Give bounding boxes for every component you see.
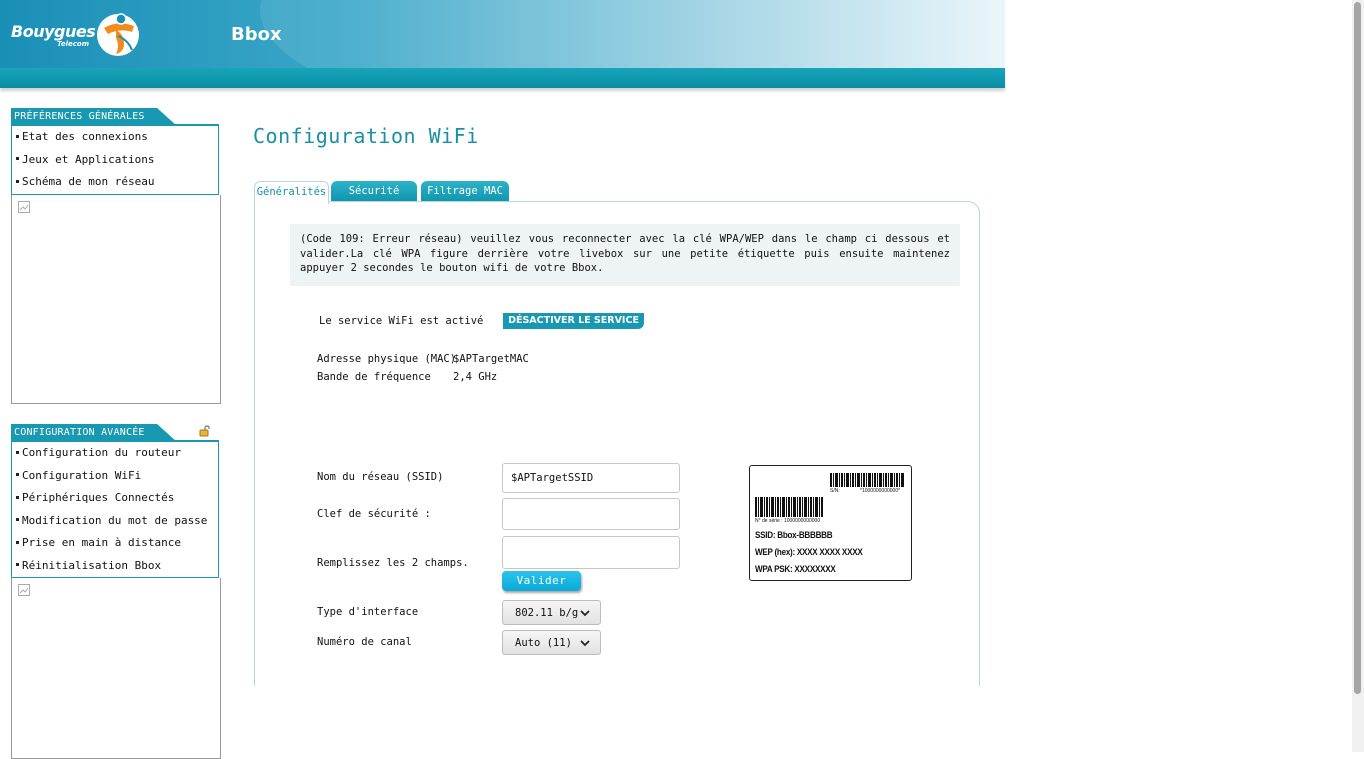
bullet-icon xyxy=(16,157,19,160)
panel-tab-line xyxy=(161,440,219,442)
band-label: Bande de fréquence xyxy=(317,371,431,383)
sidebar-item-prise-en-main[interactable]: Prise en main à distance xyxy=(12,532,218,555)
sidebar-advanced-menu: Configuration du routeur Configuration W… xyxy=(11,442,219,578)
sidebar-item-label: Etat des connexions xyxy=(22,130,148,143)
tab-securite[interactable]: Sécurité xyxy=(331,181,417,201)
vertical-scrollbar[interactable] xyxy=(1352,0,1364,752)
sidebar-general-menu: Etat des connexions Jeux et Applications… xyxy=(11,126,219,195)
interface-type-select[interactable]: 802.11 b/g xyxy=(502,600,601,625)
ssid-input[interactable] xyxy=(502,463,680,493)
interface-type-label: Type d'interface xyxy=(317,606,419,618)
broken-image-icon xyxy=(18,200,30,213)
sidebar-item-label: Modification du mot de passe xyxy=(22,513,208,527)
sidebar-advanced-title: CONFIGURATION AVANCÉE xyxy=(14,427,145,438)
sidebar-item-label: Configuration du routeur xyxy=(22,446,181,459)
broken-image-icon xyxy=(18,584,30,596)
mac-label: Adresse physique (MAC) xyxy=(317,353,457,365)
barcode-icon xyxy=(830,473,904,487)
sidebar-general-image-box xyxy=(11,194,221,404)
sidebar-item-label: Configuration WiFi xyxy=(22,468,142,482)
barcode-icon xyxy=(755,497,823,517)
tab-filtrage-mac[interactable]: Filtrage MAC xyxy=(421,181,509,201)
ssid-label: Nom du réseau (SSID) xyxy=(317,471,444,483)
router-label-sticker: S/N: *1000000000000* N° de série : 10000… xyxy=(749,465,912,581)
mac-value: $APTargetMAC xyxy=(453,353,529,365)
service-status-text: Le service WiFi est activé xyxy=(319,315,484,327)
bullet-icon xyxy=(16,518,19,521)
bullet-icon xyxy=(16,495,19,499)
sidebar-advanced-image-box xyxy=(11,578,221,759)
confirm-key-label: Remplissez les 2 champs. xyxy=(317,557,469,569)
sidebar-item-schema-reseau[interactable]: Schéma de mon réseau xyxy=(12,171,218,194)
sidebar-item-peripheriques[interactable]: Périphériques Connectés xyxy=(12,487,218,510)
sidebar-item-config-wifi[interactable]: Configuration WiFi xyxy=(12,465,218,488)
sidebar-general-panel: PRÉFÉRENCES GÉNÉRALES Etat des connexion… xyxy=(11,108,221,404)
sticker-ssid: SSID: Bbox-BBBBBB xyxy=(755,530,833,541)
interface-type-value: 802.11 b/g xyxy=(515,607,579,619)
band-value: 2,4 GHz xyxy=(453,371,498,383)
security-key-label: Clef de sécurité : xyxy=(317,508,431,520)
sidebar-item-label: Jeux et Applications xyxy=(22,152,155,166)
sidebar-general-title: PRÉFÉRENCES GÉNÉRALES xyxy=(14,111,145,122)
bullet-icon xyxy=(16,179,19,183)
page-title: Configuration WiFi xyxy=(253,124,479,148)
sidebar-item-label: Schéma de mon réseau xyxy=(22,175,155,188)
error-message: (Code 109: Erreur réseau) veuillez vous … xyxy=(290,224,960,286)
bullet-icon xyxy=(16,563,19,566)
tab-generalites[interactable]: Généralités xyxy=(254,181,329,204)
sticker-wpa: WPA PSK: XXXXXXXX xyxy=(755,564,836,575)
header-bar xyxy=(0,68,1005,88)
sidebar-item-label: Réinitialisation Bbox xyxy=(22,558,162,572)
valider-button[interactable]: Valider xyxy=(502,571,581,591)
sidebar-general-header: PRÉFÉRENCES GÉNÉRALES xyxy=(11,108,221,126)
bullet-icon xyxy=(16,450,19,454)
bouygues-logo-icon xyxy=(97,13,139,56)
channel-value: Auto (11) xyxy=(515,637,572,649)
bullet-icon xyxy=(16,473,19,476)
header-decoration xyxy=(260,0,1005,68)
bullet-icon xyxy=(16,540,19,544)
channel-label: Numéro de canal xyxy=(317,636,412,648)
sticker-wep: WEP (hex): XXXX XXXX XXXX xyxy=(755,547,863,558)
header-banner: Bouygues Telecom Bbox xyxy=(0,0,1005,68)
chevron-down-icon xyxy=(580,640,590,647)
sidebar-item-jeux-applications[interactable]: Jeux et Applications xyxy=(12,149,218,172)
brand-title: Bbox xyxy=(231,24,282,45)
sticker-sn-value: *1000000000000* xyxy=(860,488,901,494)
deactivate-service-button[interactable]: DÉSACTIVER LE SERVICE xyxy=(503,313,644,329)
sidebar-item-reinitialisation[interactable]: Réinitialisation Bbox xyxy=(12,555,218,578)
channel-select[interactable]: Auto (11) xyxy=(502,630,601,655)
sticker-serial: N° de série : 1000000000000 xyxy=(755,518,821,524)
sticker-sn-label: S/N: xyxy=(830,488,840,494)
panel-tab-line xyxy=(161,124,219,126)
sidebar-item-config-routeur[interactable]: Configuration du routeur xyxy=(12,442,218,465)
chevron-down-icon xyxy=(580,610,590,617)
confirm-key-input[interactable] xyxy=(502,536,680,569)
security-key-input[interactable] xyxy=(502,498,680,530)
sidebar-advanced-panel: CONFIGURATION AVANCÉE Configuration du r… xyxy=(11,424,221,759)
sidebar-item-mot-de-passe[interactable]: Modification du mot de passe xyxy=(12,510,218,533)
sidebar-item-label: Périphériques Connectés xyxy=(22,491,175,504)
unlock-icon xyxy=(199,425,210,437)
sidebar-item-etat-connexions[interactable]: Etat des connexions xyxy=(12,126,218,149)
scrollbar-thumb[interactable] xyxy=(1354,2,1361,694)
logo-subtext: Telecom xyxy=(57,40,90,48)
sidebar-item-label: Prise en main à distance xyxy=(22,536,181,549)
logo-text: Bouygues xyxy=(11,22,96,41)
sidebar-advanced-header: CONFIGURATION AVANCÉE xyxy=(11,424,221,442)
bullet-icon xyxy=(16,134,19,138)
